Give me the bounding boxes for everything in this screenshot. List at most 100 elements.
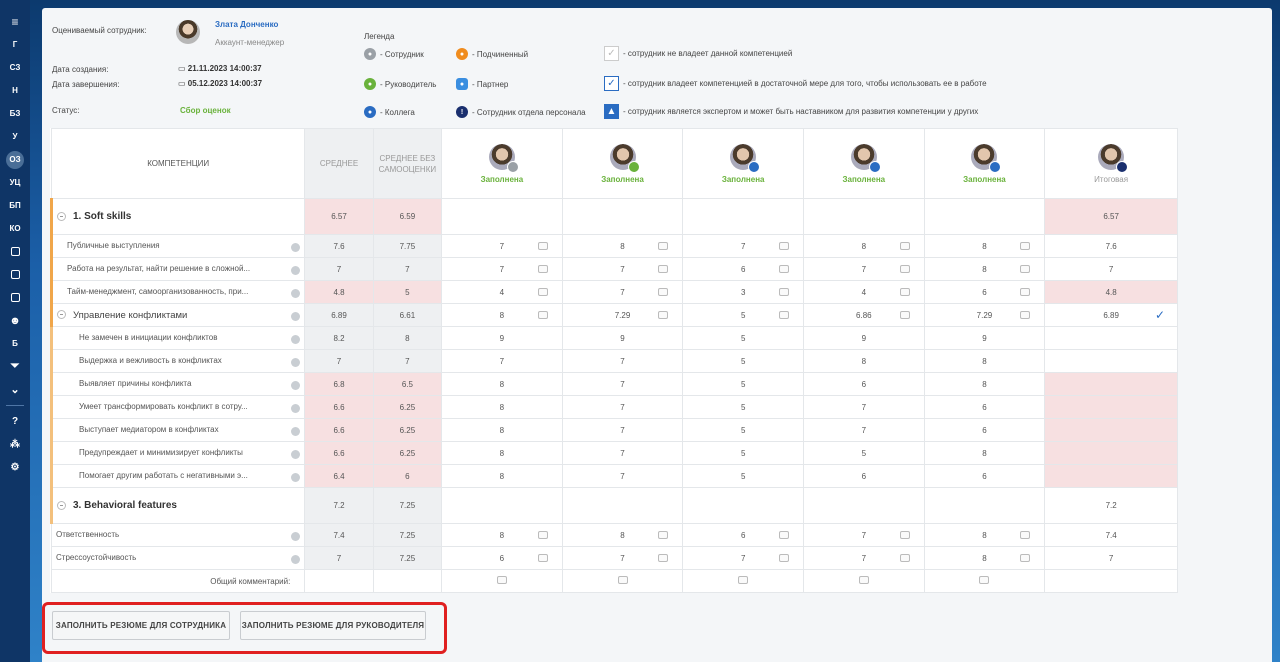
score-cell[interactable]	[682, 487, 804, 524]
score-cell[interactable]: 8	[923, 546, 1046, 570]
help-icon[interactable]	[291, 242, 301, 252]
comment-cell[interactable]	[923, 569, 1046, 593]
help-icon[interactable]	[291, 288, 301, 298]
score-cell[interactable]	[441, 198, 563, 235]
help-icon[interactable]	[291, 449, 301, 459]
competency-name-cell[interactable]: Выступает медиатором в конфликтах	[49, 418, 306, 442]
comment-icon[interactable]	[778, 554, 789, 562]
checklist-icon[interactable]	[2, 286, 28, 309]
comment-icon[interactable]	[778, 311, 789, 319]
col-rater-3[interactable]: Заполнена	[682, 128, 804, 199]
score-cell[interactable]: 4	[441, 280, 563, 304]
score-cell[interactable]: 8	[923, 523, 1046, 547]
score-cell[interactable]: 8	[923, 234, 1046, 258]
competency-name-cell[interactable]: Не замечен в инициации конфликтов	[49, 326, 306, 350]
score-cell[interactable]: 5	[682, 326, 804, 350]
score-cell[interactable]: 8	[561, 234, 684, 258]
score-cell[interactable]: 7	[561, 418, 684, 442]
competency-name-cell[interactable]: Умеет трансформировать конфликт в сотру.…	[49, 395, 306, 419]
score-cell[interactable]	[923, 198, 1046, 235]
score-cell[interactable]: 8	[923, 257, 1046, 281]
help-icon[interactable]	[291, 472, 301, 482]
comment-icon[interactable]	[537, 554, 548, 562]
score-cell[interactable]: 5	[682, 418, 804, 442]
competency-name-cell[interactable]: 1. Soft skills	[49, 198, 306, 235]
comment-cell[interactable]	[802, 569, 925, 593]
score-cell[interactable]: 5	[682, 349, 804, 373]
comment-icon[interactable]	[658, 242, 669, 250]
competency-name-cell[interactable]: Предупреждает и минимизирует конфликты	[49, 441, 306, 465]
competency-name-cell[interactable]: Работа на результат, найти решение в сло…	[49, 257, 306, 281]
score-cell[interactable]: 7	[561, 372, 684, 396]
help-icon[interactable]	[291, 265, 301, 275]
score-cell[interactable]: 6	[802, 464, 925, 488]
sidebar-item-oz[interactable]: ОЗ	[2, 148, 28, 171]
comment-icon[interactable]	[778, 265, 789, 273]
collapse-icon[interactable]	[57, 500, 66, 510]
score-cell[interactable]: 7	[802, 395, 925, 419]
score-cell[interactable]: 7	[441, 257, 563, 281]
score-cell[interactable]	[441, 487, 563, 524]
comment-icon[interactable]	[899, 554, 910, 562]
menu-icon[interactable]: ≡	[2, 10, 28, 33]
score-cell[interactable]: 8	[923, 441, 1046, 465]
comment-icon[interactable]	[899, 288, 910, 296]
score-cell[interactable]: 7	[561, 257, 684, 281]
comment-icon[interactable]	[537, 531, 548, 539]
score-cell[interactable]: 7	[802, 257, 925, 281]
comment-icon[interactable]	[899, 531, 910, 539]
help-icon[interactable]	[291, 531, 301, 541]
score-cell[interactable]: 7	[441, 234, 563, 258]
sidebar-item-g[interactable]: Г	[2, 33, 28, 56]
score-cell[interactable]: 8	[802, 349, 925, 373]
score-cell[interactable]: 7	[561, 280, 684, 304]
help-icon[interactable]: ?	[2, 410, 28, 433]
score-cell[interactable]: 5	[682, 464, 804, 488]
fill-resume-employee-button[interactable]: ЗАПОЛНИТЬ РЕЗЮМЕ ДЛЯ СОТРУДНИКА	[52, 611, 230, 640]
sidebar-item-uc[interactable]: УЦ	[2, 171, 28, 194]
comment-icon[interactable]	[658, 554, 669, 562]
comment-icon[interactable]	[738, 576, 749, 584]
comment-icon[interactable]	[1020, 311, 1031, 319]
score-cell[interactable]: 8	[441, 372, 563, 396]
sidebar-item-u[interactable]: У	[2, 125, 28, 148]
score-cell[interactable]: 7	[561, 349, 684, 373]
score-cell[interactable]: 7	[802, 418, 925, 442]
settings-icon[interactable]: ⚙	[2, 456, 28, 479]
help-icon[interactable]	[291, 311, 301, 321]
score-cell[interactable]: 7	[682, 546, 804, 570]
score-cell[interactable]: 7	[561, 395, 684, 419]
comment-icon[interactable]	[537, 242, 548, 250]
score-cell[interactable]: 7	[561, 464, 684, 488]
comment-icon[interactable]	[537, 311, 548, 319]
comment-icon[interactable]	[617, 576, 628, 584]
score-cell[interactable]: 6	[682, 257, 804, 281]
score-cell[interactable]: 6	[923, 418, 1046, 442]
comment-icon[interactable]	[496, 576, 507, 584]
score-cell[interactable]: 6	[802, 372, 925, 396]
comment-icon[interactable]	[778, 288, 789, 296]
comment-icon[interactable]	[899, 311, 910, 319]
col-rater-5[interactable]: Заполнена	[923, 128, 1046, 199]
sidebar-item-bz[interactable]: БЗ	[2, 102, 28, 125]
help-icon[interactable]	[291, 334, 301, 344]
sidebar-item-n[interactable]: Н	[2, 79, 28, 102]
score-cell[interactable]: 8	[441, 441, 563, 465]
score-cell[interactable]: 3	[682, 280, 804, 304]
comment-icon[interactable]	[778, 531, 789, 539]
score-cell[interactable]: 5	[802, 441, 925, 465]
comment-icon[interactable]	[658, 265, 669, 273]
col-final[interactable]: Итоговая	[1044, 128, 1178, 199]
check-icon[interactable]: ✓	[1155, 308, 1165, 322]
col-rater-2[interactable]: Заполнена	[561, 128, 684, 199]
score-cell[interactable]: 7.29	[561, 303, 684, 327]
employee-name[interactable]: Злата Донченко	[215, 20, 278, 29]
filter-icon[interactable]: ⏷	[2, 355, 28, 378]
col-average[interactable]: СРЕДНЕЕ	[304, 128, 374, 199]
help-icon[interactable]	[291, 554, 301, 564]
comment-icon[interactable]	[658, 311, 669, 319]
score-cell[interactable]: 4	[802, 280, 925, 304]
comment-icon[interactable]	[858, 576, 869, 584]
score-cell[interactable]: 8	[923, 372, 1046, 396]
comment-icon[interactable]	[658, 288, 669, 296]
